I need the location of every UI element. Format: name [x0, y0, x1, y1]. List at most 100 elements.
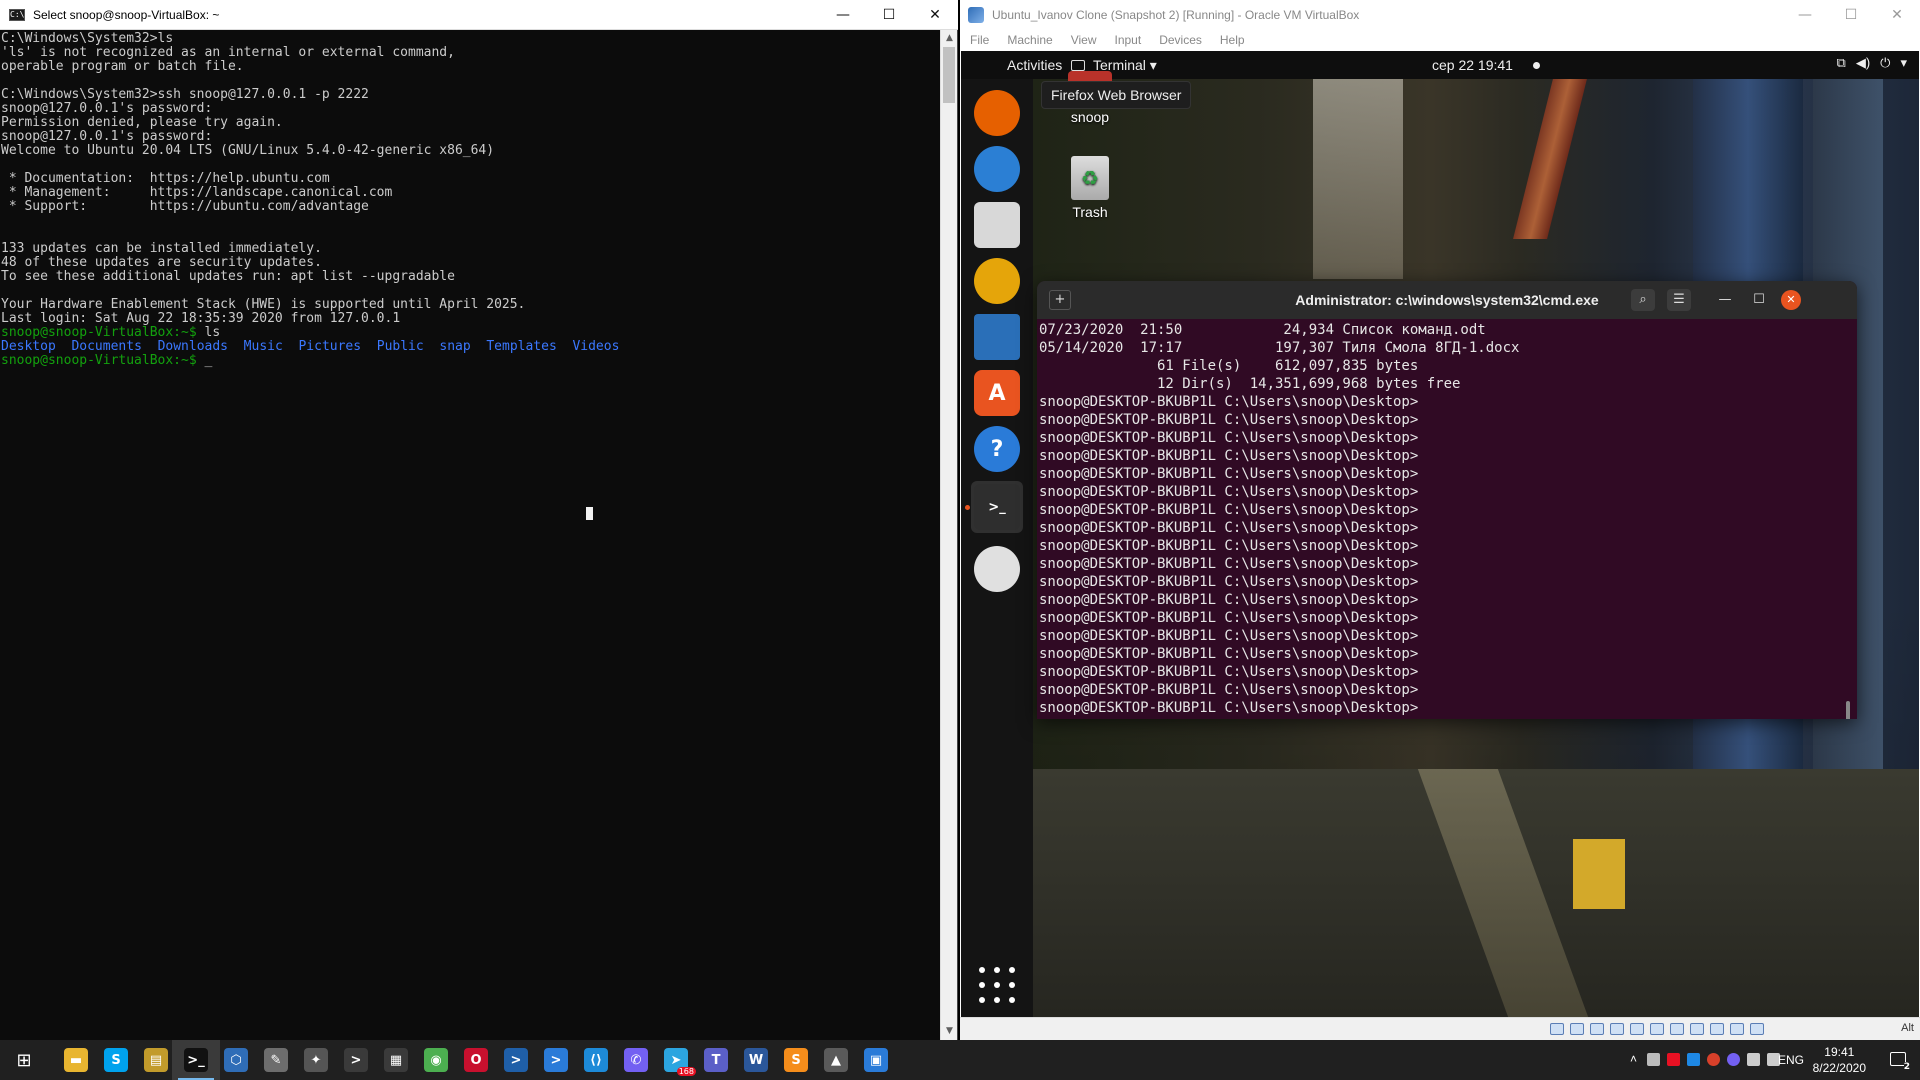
console-line: C:\Windows\System32>ssh snoop@127.0.0.1 …	[1, 87, 369, 102]
scroll-up-arrow-icon[interactable]: ▲	[941, 30, 958, 47]
guest-terminal-line: snoop@DESKTOP-BKUBP1L C:\Users\snoop\Des…	[1039, 465, 1857, 483]
vbox-maximize-button[interactable]: ☐	[1828, 0, 1874, 30]
show-applications-icon[interactable]	[979, 967, 1015, 1003]
guest-terminal-text: snoop@DESKTOP-BKUBP1L C:\Users\snoop\Des…	[1039, 430, 1419, 446]
taskbar-remote-desktop[interactable]: ▣	[852, 1040, 900, 1080]
ubuntu-software-icon: A	[974, 370, 1020, 416]
console-output[interactable]: C:\Windows\System32>ls'ls' is not recogn…	[1, 31, 939, 1040]
virtualbox-titlebar[interactable]: Ubuntu_Ivanov Clone (Snapshot 2) [Runnin…	[960, 0, 1920, 30]
optical-indicator-icon[interactable]	[1570, 1023, 1584, 1035]
audio-indicator-icon[interactable]	[1590, 1023, 1604, 1035]
menu-file[interactable]: File	[970, 33, 989, 47]
console-line: operable program or batch file.	[1, 59, 244, 74]
scrollbar-thumb[interactable]	[943, 47, 955, 103]
dock-item-files[interactable]	[971, 199, 1023, 251]
recording-indicator-icon[interactable]	[1690, 1023, 1704, 1035]
guest-terminal-text: snoop@DESKTOP-BKUBP1L C:\Users\snoop\Des…	[1039, 520, 1419, 536]
guest-terminal-text: snoop@DESKTOP-BKUBP1L C:\Users\snoop\Des…	[1039, 412, 1419, 428]
maximize-button[interactable]: ☐	[866, 0, 912, 30]
vbox-minimize-button[interactable]: —	[1782, 0, 1828, 30]
guest-terminal-line: snoop@DESKTOP-BKUBP1L C:\Users\snoop\Des…	[1039, 411, 1857, 429]
display-indicator-icon[interactable]	[1670, 1023, 1684, 1035]
minimize-icon[interactable]: —	[1713, 289, 1737, 311]
dock-item-rhythmbox[interactable]	[971, 255, 1023, 307]
hdd-indicator-icon[interactable]	[1550, 1023, 1564, 1035]
dvd-icon	[974, 546, 1020, 592]
trash-icon: ♻	[1071, 156, 1109, 200]
show-hidden-icons-chevron-icon[interactable]: ˄	[1630, 1052, 1637, 1066]
dock-item-ubuntu-software[interactable]: A	[971, 367, 1023, 419]
vbox-close-button[interactable]: ✕	[1874, 0, 1920, 30]
input-language[interactable]: ENG	[1778, 1053, 1804, 1067]
host-key-label: Alt	[1901, 1022, 1914, 1034]
typed-command: ls	[196, 325, 221, 340]
guest-terminal-output[interactable]: 07/23/2020 21:50 24,934 Список команд.od…	[1037, 319, 1857, 719]
photos-icon: ▲	[824, 1048, 848, 1072]
system-menu[interactable]: ⧉ ◀) ⏻ ▾	[1837, 55, 1907, 71]
guest-terminal-line: snoop@DESKTOP-BKUBP1L C:\Users\snoop\Des…	[1039, 681, 1857, 699]
shell-prompt: snoop@snoop-VirtualBox:~$	[1, 325, 197, 340]
hamburger-menu-icon[interactable]: ☰	[1667, 289, 1691, 311]
word-icon: W	[744, 1048, 768, 1072]
dock-item-terminal[interactable]: >_	[971, 481, 1023, 533]
taskbar-start[interactable]: ⊞	[0, 1040, 48, 1080]
terminal-icon: >_	[974, 484, 1020, 530]
console-line: C:\Windows\System32>ls	[1, 31, 174, 46]
menu-view[interactable]: View	[1071, 33, 1097, 47]
cmd-icon: >_	[184, 1048, 208, 1072]
menu-machine[interactable]: Machine	[1007, 33, 1052, 47]
console-scrollbar[interactable]: ▲ ▼	[940, 30, 957, 1040]
console-line: 'ls' is not recognized as an internal or…	[1, 45, 455, 60]
tray-app-icon[interactable]	[1667, 1053, 1680, 1066]
running-indicator-icon	[965, 505, 970, 510]
mouse-integration-icon[interactable]	[1730, 1023, 1744, 1035]
guest-terminal-line: snoop@DESKTOP-BKUBP1L C:\Users\snoop\Des…	[1039, 447, 1857, 465]
search-icon[interactable]: ⌕	[1631, 289, 1655, 311]
gnome-clock[interactable]: сер 22 19:41	[1432, 57, 1513, 73]
taskbar-clock[interactable]: 19:41 8/22/2020	[1813, 1044, 1866, 1076]
console-line: snoop@127.0.0.1's password:	[1, 101, 213, 116]
tray-app-icon[interactable]	[1707, 1053, 1720, 1066]
virtualbox-icon	[968, 7, 984, 23]
guest-terminal-scrollbar[interactable]	[1846, 701, 1850, 719]
new-tab-icon[interactable]: +	[1049, 290, 1071, 310]
dock-item-help[interactable]: ?	[971, 423, 1023, 475]
vm-screen[interactable]: Activities Terminal ▾ сер 22 19:41 ⧉ ◀) …	[961, 51, 1919, 1017]
dock-item-firefox[interactable]	[971, 87, 1023, 139]
console-line: Permission denied, please try again.	[1, 115, 283, 130]
sublime-icon: S	[784, 1048, 808, 1072]
minimize-button[interactable]: —	[820, 0, 866, 30]
microphone-icon[interactable]	[1647, 1053, 1660, 1066]
console-titlebar[interactable]: C:\ Select snoop@snoop-VirtualBox: ~ — ☐…	[0, 0, 958, 30]
shared-folders-indicator-icon[interactable]	[1650, 1023, 1664, 1035]
guest-terminal-line: snoop@DESKTOP-BKUBP1L C:\Users\snoop\Des…	[1039, 555, 1857, 573]
maximize-icon[interactable]: ☐	[1747, 289, 1771, 311]
cpu-indicator-icon[interactable]	[1710, 1023, 1724, 1035]
dock-item-dvd[interactable]	[971, 543, 1023, 595]
guest-terminal-text: snoop@DESKTOP-BKUBP1L C:\Users\snoop\Des…	[1039, 556, 1419, 572]
usb-indicator-icon[interactable]	[1630, 1023, 1644, 1035]
viber-tray-icon[interactable]	[1727, 1053, 1740, 1066]
desktop-icon-trash[interactable]: ♻ Trash	[1049, 156, 1131, 220]
menu-help[interactable]: Help	[1220, 33, 1245, 47]
dock-item-thunderbird[interactable]	[971, 143, 1023, 195]
close-button[interactable]: ✕	[912, 0, 958, 30]
host-console-window[interactable]: C:\ Select snoop@snoop-VirtualBox: ~ — ☐…	[0, 0, 958, 1040]
menu-input[interactable]: Input	[1115, 33, 1142, 47]
keyboard-indicator-icon[interactable]	[1750, 1023, 1764, 1035]
virtualbox-window[interactable]: Ubuntu_Ivanov Clone (Snapshot 2) [Runnin…	[960, 0, 1920, 1040]
skype-icon: S	[104, 1048, 128, 1072]
guest-terminal-window[interactable]: + Administrator: c:\windows\system32\cmd…	[1037, 281, 1857, 719]
network-icon[interactable]	[1747, 1053, 1760, 1066]
guest-terminal-line: 07/23/2020 21:50 24,934 Список команд.od…	[1039, 321, 1857, 339]
dock-item-libreoffice-writer[interactable]	[971, 311, 1023, 363]
scroll-down-arrow-icon[interactable]: ▼	[941, 1023, 958, 1040]
console-line: Your Hardware Enablement Stack (HWE) is …	[1, 297, 526, 312]
bluetooth-icon[interactable]	[1687, 1053, 1700, 1066]
menu-devices[interactable]: Devices	[1159, 33, 1202, 47]
directory-entry: snap	[439, 339, 471, 354]
guest-terminal-text: snoop@DESKTOP-BKUBP1L C:\Users\snoop\Des…	[1039, 700, 1419, 716]
close-icon[interactable]: ✕	[1781, 290, 1801, 310]
network-indicator-icon[interactable]	[1610, 1023, 1624, 1035]
guest-terminal-headerbar[interactable]: + Administrator: c:\windows\system32\cmd…	[1037, 281, 1857, 319]
